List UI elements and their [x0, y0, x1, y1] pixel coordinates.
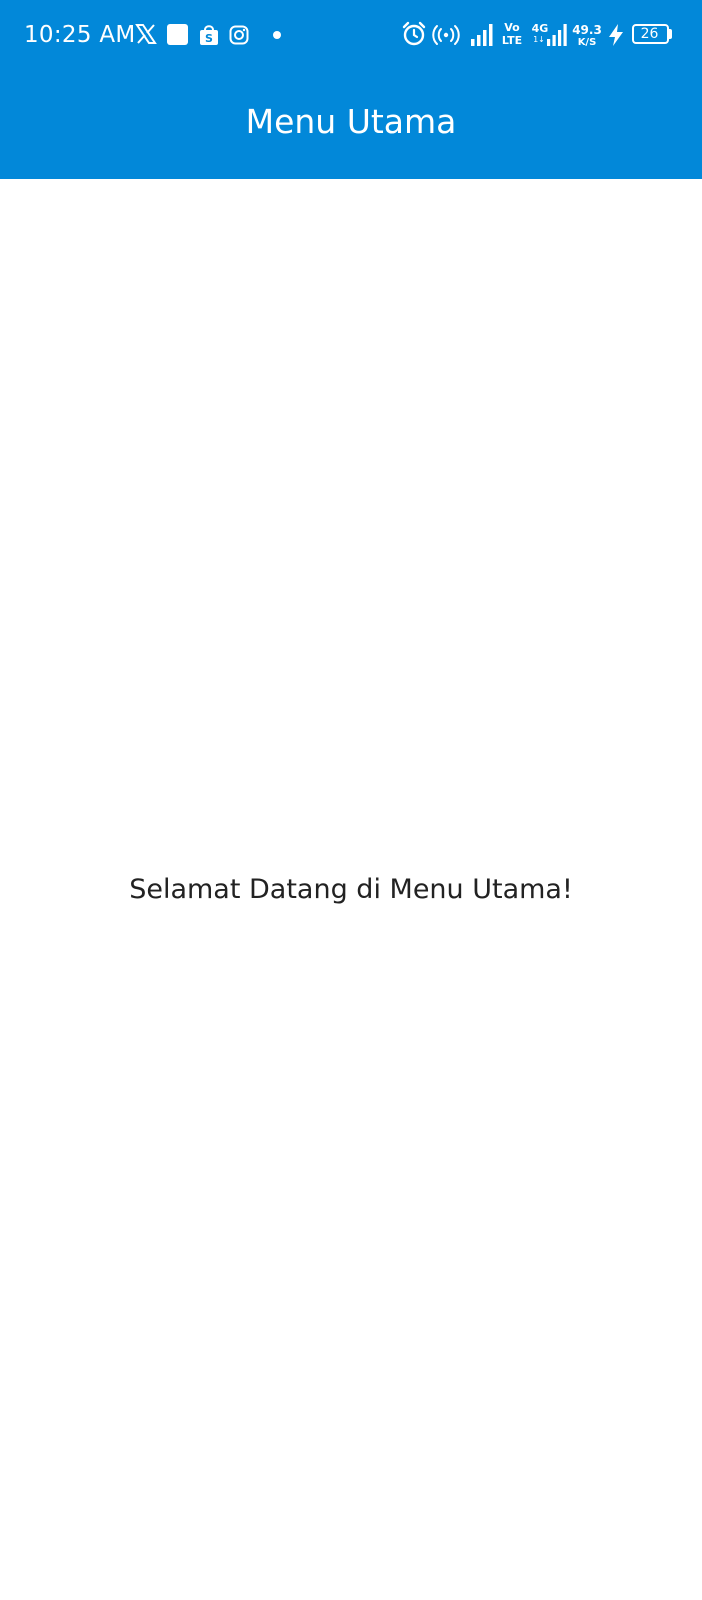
volte-top-label: Vo [504, 21, 520, 34]
network-speed-unit: K/S [577, 37, 597, 48]
shopee-bag-icon: S [200, 25, 218, 45]
signal-sim2-icon [547, 24, 567, 46]
alarm-icon [402, 21, 426, 46]
page-title: Menu Utama [245, 102, 457, 141]
more-notifications-dot-icon [273, 31, 281, 39]
app-square-icon [167, 24, 188, 45]
battery-level-text: 26 [640, 26, 659, 42]
charging-bolt-icon [609, 24, 623, 46]
x-twitter-icon [135, 24, 157, 44]
signal-sim1-icon [471, 24, 493, 46]
status-bar: 10:25 AM S Vo LTE 4G 1↓ 49.3 K/S 26 [0, 0, 702, 72]
battery-tip [669, 29, 672, 39]
svg-text:S: S [205, 32, 213, 45]
welcome-message: Selamat Datang di Menu Utama! [129, 874, 573, 905]
battery-icon: 26 [632, 24, 669, 44]
app-top-area: 10:25 AM S Vo LTE 4G 1↓ 49.3 K/S 26 Menu… [0, 0, 702, 179]
hotspot-icon [432, 25, 460, 45]
network-activity-label: 1↓ [533, 35, 545, 44]
status-time: 10:25 AM [24, 22, 136, 48]
instagram-icon [229, 25, 249, 45]
volte-bottom-label: LTE [501, 34, 523, 47]
network-speed-value: 49.3 [572, 23, 602, 37]
